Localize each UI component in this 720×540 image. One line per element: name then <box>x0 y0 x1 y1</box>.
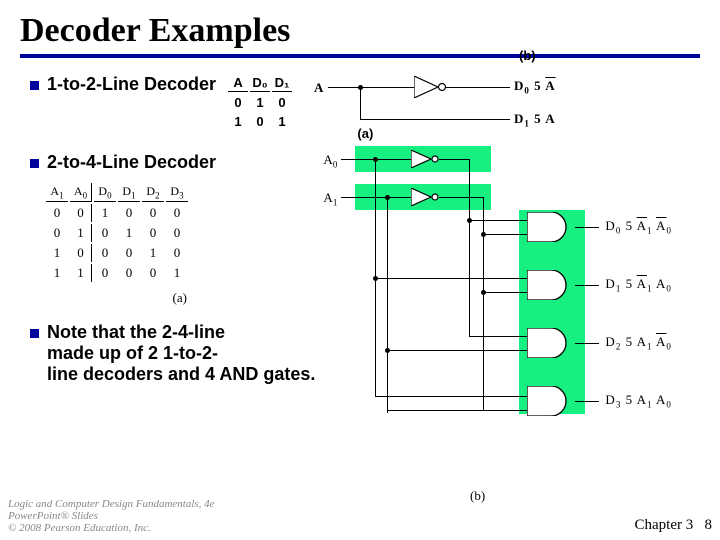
figure-1to2-circuit: A D0 5 A D1 5 A (b) <box>314 72 574 142</box>
junction-dot <box>358 85 363 90</box>
bullet-2: 2-to-4-Line Decoder <box>0 150 315 175</box>
footer-credit: Logic and Computer Design Fundamentals, … <box>8 498 215 534</box>
footer-page: Chapter 3 8 <box>635 517 712 534</box>
caption-a: (a) <box>44 290 315 306</box>
caption-a2: (a) <box>357 126 373 141</box>
col-A1: A1 <box>46 183 68 202</box>
and-gate-icon <box>527 212 577 242</box>
bullet-square-icon <box>30 329 39 338</box>
and-gate-icon <box>527 386 577 416</box>
and-gate-icon <box>527 270 577 300</box>
col-D3: D3 <box>166 183 188 202</box>
footer: Logic and Computer Design Fundamentals, … <box>8 498 712 534</box>
col-A0: A0 <box>70 183 92 202</box>
col-D1: D1 <box>118 183 140 202</box>
label-D1-out: D1 5 A1 A0 <box>605 276 672 294</box>
label-D1: D1 5 A <box>514 111 556 129</box>
not-gate-icon <box>411 188 441 206</box>
bullet-square-icon <box>30 159 39 168</box>
bullet-1: 1-to-2-Line Decoder <box>0 72 216 97</box>
label-A: A <box>314 80 323 96</box>
label-A1: A1 <box>323 190 337 208</box>
truth-table-1to2: AD₀D₁ 010 101 <box>226 72 294 132</box>
not-gate-icon <box>414 76 448 98</box>
bullet-square-icon <box>30 81 39 90</box>
label-D2-out: D2 5 A1 A0 <box>605 334 672 352</box>
caption-b: (b) <box>519 48 536 63</box>
bullet-2-text: 2-to-4-Line Decoder <box>47 152 216 173</box>
bullet-3: Note that the 2-4-line made up of 2 1-to… <box>0 320 315 387</box>
col-D2: D2 <box>142 183 164 202</box>
label-D0: D0 5 A <box>514 78 556 96</box>
page-title: Decoder Examples <box>0 0 720 54</box>
bullet-3-text: Note that the 2-4-line made up of 2 1-to… <box>47 322 315 385</box>
truth-table-2to4: A1 A0 D0 D1 D2 D3 001000 010100 100010 1… <box>44 181 190 284</box>
label-D3-out: D3 5 A1 A0 <box>605 392 671 410</box>
label-D0-out: D0 5 A1 A0 <box>605 218 672 236</box>
not-gate-icon <box>411 150 441 168</box>
and-gate-icon <box>527 328 577 358</box>
title-rule <box>20 54 700 58</box>
bullet-1-text: 1-to-2-Line Decoder <box>47 74 216 95</box>
figure-2to4-circuit: A0 A1 <box>323 150 703 430</box>
label-A0: A0 <box>323 152 337 170</box>
col-D0: D0 <box>94 183 116 202</box>
